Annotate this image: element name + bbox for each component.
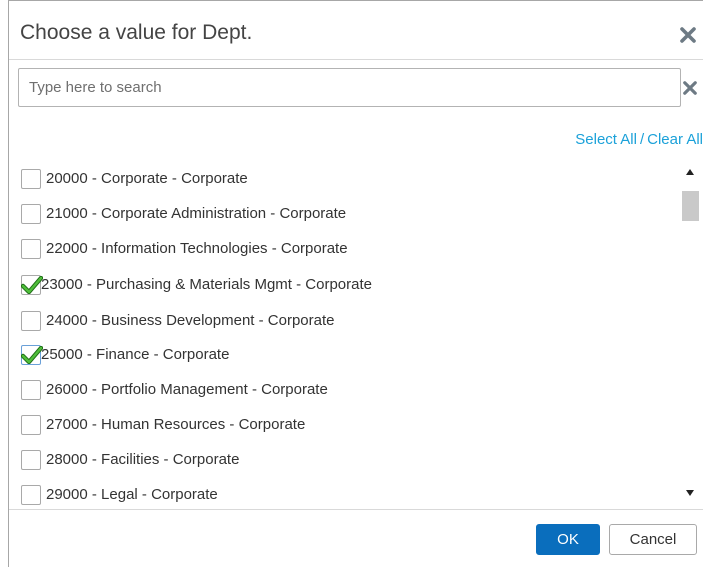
list-item[interactable]: 21000 - Corporate Administration - Corpo… [21,201,346,226]
clear-all-link[interactable]: Clear All [647,131,703,148]
list-item-label: 21000 - Corporate Administration - Corpo… [46,205,347,222]
search-input[interactable] [19,69,680,106]
list-item-label: 22000 - Information Technologies - Corpo… [46,240,348,257]
dialog-header: Choose a value for Dept. [9,1,703,60]
checkmark-icon [21,275,43,294]
select-all-link[interactable]: Select All [575,131,637,148]
dialog-title: Choose a value for Dept. [20,21,253,44]
checkbox[interactable] [21,203,41,224]
list-item-label: 28000 - Facilities - Corporate [46,451,240,468]
list-item[interactable]: 24000 - Business Development - Corporate [21,308,335,333]
list-item[interactable]: 22000 - Information Technologies - Corpo… [21,236,348,261]
checkbox[interactable] [21,168,41,189]
cancel-button[interactable]: Cancel [609,524,697,555]
dialog-footer: OK Cancel [9,509,703,569]
list-item-label: 26000 - Portfolio Management - Corporate [46,381,328,398]
checkmark-icon [21,345,43,364]
list-item-label: 23000 - Purchasing & Materials Mgmt - Co… [41,276,372,293]
choose-value-dialog: Choose a value for Dept. Select All/Clea… [8,0,703,567]
checkbox[interactable] [21,414,41,435]
list-scrollbar[interactable] [680,159,702,507]
list-item[interactable]: 23000 - Purchasing & Materials Mgmt - Co… [21,272,372,297]
list-item-label: 25000 - Finance - Corporate [41,346,230,363]
checkbox[interactable] [21,310,41,331]
checkbox-checked[interactable] [21,274,43,295]
scroll-down-icon[interactable] [686,490,694,496]
list-item[interactable]: 26000 - Portfolio Management - Corporate [21,377,328,402]
close-icon[interactable] [680,27,696,43]
list-item[interactable]: 28000 - Facilities - Corporate [21,447,239,472]
checkbox[interactable] [21,484,41,505]
checkbox[interactable] [21,379,41,400]
checkbox[interactable] [21,449,41,470]
list-item-label: 27000 - Human Resources - Corporate [46,416,306,433]
scrollbar-thumb[interactable] [682,191,699,221]
scroll-up-icon[interactable] [686,169,694,175]
search-box [18,68,681,107]
checkbox-checked[interactable] [21,344,43,365]
ok-button[interactable]: OK [536,524,600,555]
list-item-label: 20000 - Corporate - Corporate [46,170,248,187]
value-list: 20000 - Corporate - Corporate 21000 - Co… [9,159,703,507]
select-links: Select All / Clear All [575,131,703,148]
list-item-label: 24000 - Business Development - Corporate [46,312,335,329]
list-item-label: 29000 - Legal - Corporate [46,486,218,503]
list-item[interactable]: 27000 - Human Resources - Corporate [21,412,305,437]
list-item[interactable]: 25000 - Finance - Corporate [21,342,229,367]
list-item[interactable]: 29000 - Legal - Corporate [21,482,218,507]
link-separator: / [639,131,645,148]
checkbox[interactable] [21,238,41,259]
clear-search-icon[interactable] [683,81,697,95]
list-item[interactable]: 20000 - Corporate - Corporate [21,166,248,191]
